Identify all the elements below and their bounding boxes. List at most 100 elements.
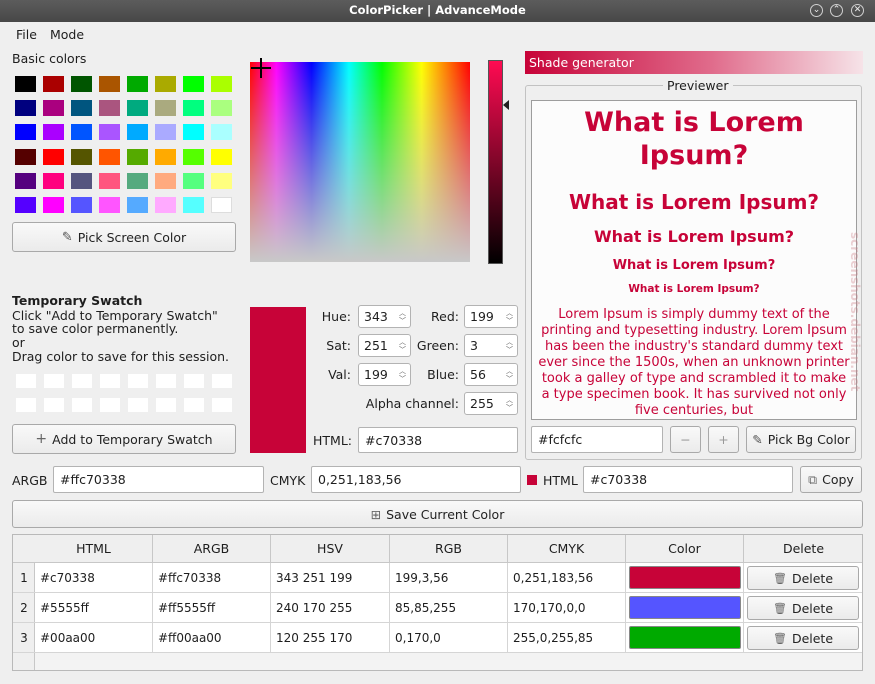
- temp-swatch-slot[interactable]: [16, 398, 36, 412]
- basic-color-swatch[interactable]: [183, 124, 204, 141]
- basic-color-swatch[interactable]: [15, 172, 36, 189]
- minus-button[interactable]: −: [670, 426, 701, 453]
- spin-arrows-icon[interactable]: ︿ ﹀: [398, 367, 407, 383]
- spin-arrows-icon[interactable]: ︿ ﹀: [398, 309, 407, 325]
- color-swatch-button[interactable]: [629, 566, 741, 589]
- spin-arrows-icon[interactable]: ︿ ﹀: [505, 396, 514, 412]
- basic-color-swatch[interactable]: [211, 197, 232, 213]
- html-format-input[interactable]: #c70338: [583, 466, 793, 493]
- table-header-cell[interactable]: Delete: [744, 535, 862, 563]
- pick-bg-color-button[interactable]: ✎ Pick Bg Color: [746, 426, 856, 453]
- basic-color-swatch[interactable]: [15, 76, 36, 92]
- basic-color-swatch[interactable]: [71, 197, 92, 213]
- basic-color-swatch[interactable]: [127, 172, 148, 189]
- basic-color-swatch[interactable]: [127, 100, 148, 117]
- basic-color-swatch[interactable]: [99, 197, 120, 213]
- basic-color-swatch[interactable]: [43, 124, 64, 141]
- add-temp-swatch-button[interactable]: + Add to Temporary Swatch: [12, 424, 236, 454]
- save-current-color-button[interactable]: ⊞ Save Current Color: [12, 500, 863, 528]
- row-number[interactable]: 1: [13, 563, 35, 593]
- temp-swatch-slot[interactable]: [128, 374, 148, 388]
- temp-swatch-slot[interactable]: [212, 374, 232, 388]
- row-number[interactable]: 3: [13, 623, 35, 653]
- color-spectrum[interactable]: [250, 62, 470, 262]
- copy-button[interactable]: ⧉ Copy: [800, 466, 862, 493]
- basic-color-swatch[interactable]: [211, 100, 232, 117]
- basic-color-swatch[interactable]: [15, 124, 36, 141]
- menu-file[interactable]: File: [16, 27, 37, 42]
- basic-color-swatch[interactable]: [43, 148, 64, 165]
- current-color-preview[interactable]: [250, 307, 306, 453]
- row-number[interactable]: 2: [13, 593, 35, 623]
- basic-color-swatch[interactable]: [99, 76, 120, 92]
- temp-swatch-slot[interactable]: [44, 374, 64, 388]
- argb-input[interactable]: #ffc70338: [53, 466, 264, 493]
- temp-swatch-slot[interactable]: [212, 398, 232, 412]
- val-spinbox[interactable]: 199 ︿ ﹀: [358, 363, 411, 386]
- html-input[interactable]: #c70338: [358, 427, 518, 453]
- table-header-cell[interactable]: RGB: [390, 535, 508, 563]
- basic-color-swatch[interactable]: [71, 100, 92, 117]
- hue-spinbox[interactable]: 343 ︿ ﹀: [358, 305, 411, 328]
- color-swatch-button[interactable]: [629, 596, 741, 619]
- blue-spinbox[interactable]: 56 ︿ ﹀: [464, 363, 518, 386]
- value-slider-arrow-icon[interactable]: [503, 100, 509, 110]
- basic-color-swatch[interactable]: [155, 172, 176, 189]
- plus-button[interactable]: +: [708, 426, 739, 453]
- basic-color-swatch[interactable]: [99, 148, 120, 165]
- table-header-cell[interactable]: Color: [626, 535, 744, 563]
- basic-color-swatch[interactable]: [15, 197, 36, 213]
- basic-color-swatch[interactable]: [183, 148, 204, 165]
- table-header-cell[interactable]: HSV: [271, 535, 390, 563]
- basic-color-swatch[interactable]: [155, 100, 176, 117]
- close-icon[interactable]: ✕: [851, 4, 864, 17]
- sat-spinbox[interactable]: 251 ︿ ﹀: [358, 334, 411, 357]
- table-header-cell[interactable]: ARGB: [153, 535, 271, 563]
- delete-button[interactable]: 🗑 Delete: [747, 566, 859, 590]
- value-slider[interactable]: [488, 60, 503, 264]
- temp-swatch-slot[interactable]: [16, 374, 36, 388]
- basic-color-swatch[interactable]: [15, 148, 36, 165]
- bg-color-input[interactable]: #fcfcfc: [531, 426, 663, 453]
- basic-color-swatch[interactable]: [183, 172, 204, 189]
- temp-swatch-slot[interactable]: [184, 374, 204, 388]
- basic-color-swatch[interactable]: [43, 76, 64, 92]
- basic-color-swatch[interactable]: [127, 124, 148, 141]
- basic-color-swatch[interactable]: [211, 148, 232, 165]
- pick-screen-color-button[interactable]: ✎ Pick Screen Color: [12, 222, 236, 252]
- basic-color-swatch[interactable]: [211, 172, 232, 189]
- basic-color-swatch[interactable]: [183, 76, 204, 92]
- basic-color-swatch[interactable]: [211, 124, 232, 141]
- delete-button[interactable]: 🗑 Delete: [747, 596, 859, 620]
- table-header-cell[interactable]: HTML: [35, 535, 153, 563]
- basic-color-swatch[interactable]: [155, 148, 176, 165]
- basic-color-swatch[interactable]: [211, 76, 232, 92]
- basic-color-swatch[interactable]: [15, 100, 36, 117]
- basic-color-swatch[interactable]: [43, 100, 64, 117]
- temp-swatch-slot[interactable]: [156, 398, 176, 412]
- color-swatch-button[interactable]: [629, 626, 741, 649]
- spin-arrows-icon[interactable]: ︿ ﹀: [505, 338, 514, 354]
- basic-color-swatch[interactable]: [155, 76, 176, 92]
- maximize-icon[interactable]: ⌃: [830, 4, 843, 17]
- basic-color-swatch[interactable]: [127, 197, 148, 213]
- temp-swatch-slot[interactable]: [156, 374, 176, 388]
- basic-color-swatch[interactable]: [155, 197, 176, 213]
- basic-color-swatch[interactable]: [183, 100, 204, 117]
- basic-color-swatch[interactable]: [99, 124, 120, 141]
- cmyk-input[interactable]: 0,251,183,56: [311, 466, 521, 493]
- temp-swatch-slot[interactable]: [72, 398, 92, 412]
- basic-color-swatch[interactable]: [71, 148, 92, 165]
- red-spinbox[interactable]: 199 ︿ ﹀: [464, 305, 518, 328]
- basic-color-swatch[interactable]: [155, 124, 176, 141]
- basic-color-swatch[interactable]: [71, 172, 92, 189]
- minimize-icon[interactable]: ⌄: [810, 4, 823, 17]
- shade-generator-bar[interactable]: Shade generator: [525, 51, 863, 74]
- green-spinbox[interactable]: 3 ︿ ﹀: [464, 334, 518, 357]
- basic-color-swatch[interactable]: [43, 172, 64, 189]
- spin-arrows-icon[interactable]: ︿ ﹀: [398, 338, 407, 354]
- basic-color-swatch[interactable]: [127, 76, 148, 92]
- temp-swatch-slot[interactable]: [44, 398, 64, 412]
- spin-arrows-icon[interactable]: ︿ ﹀: [505, 309, 514, 325]
- basic-color-swatch[interactable]: [183, 197, 204, 213]
